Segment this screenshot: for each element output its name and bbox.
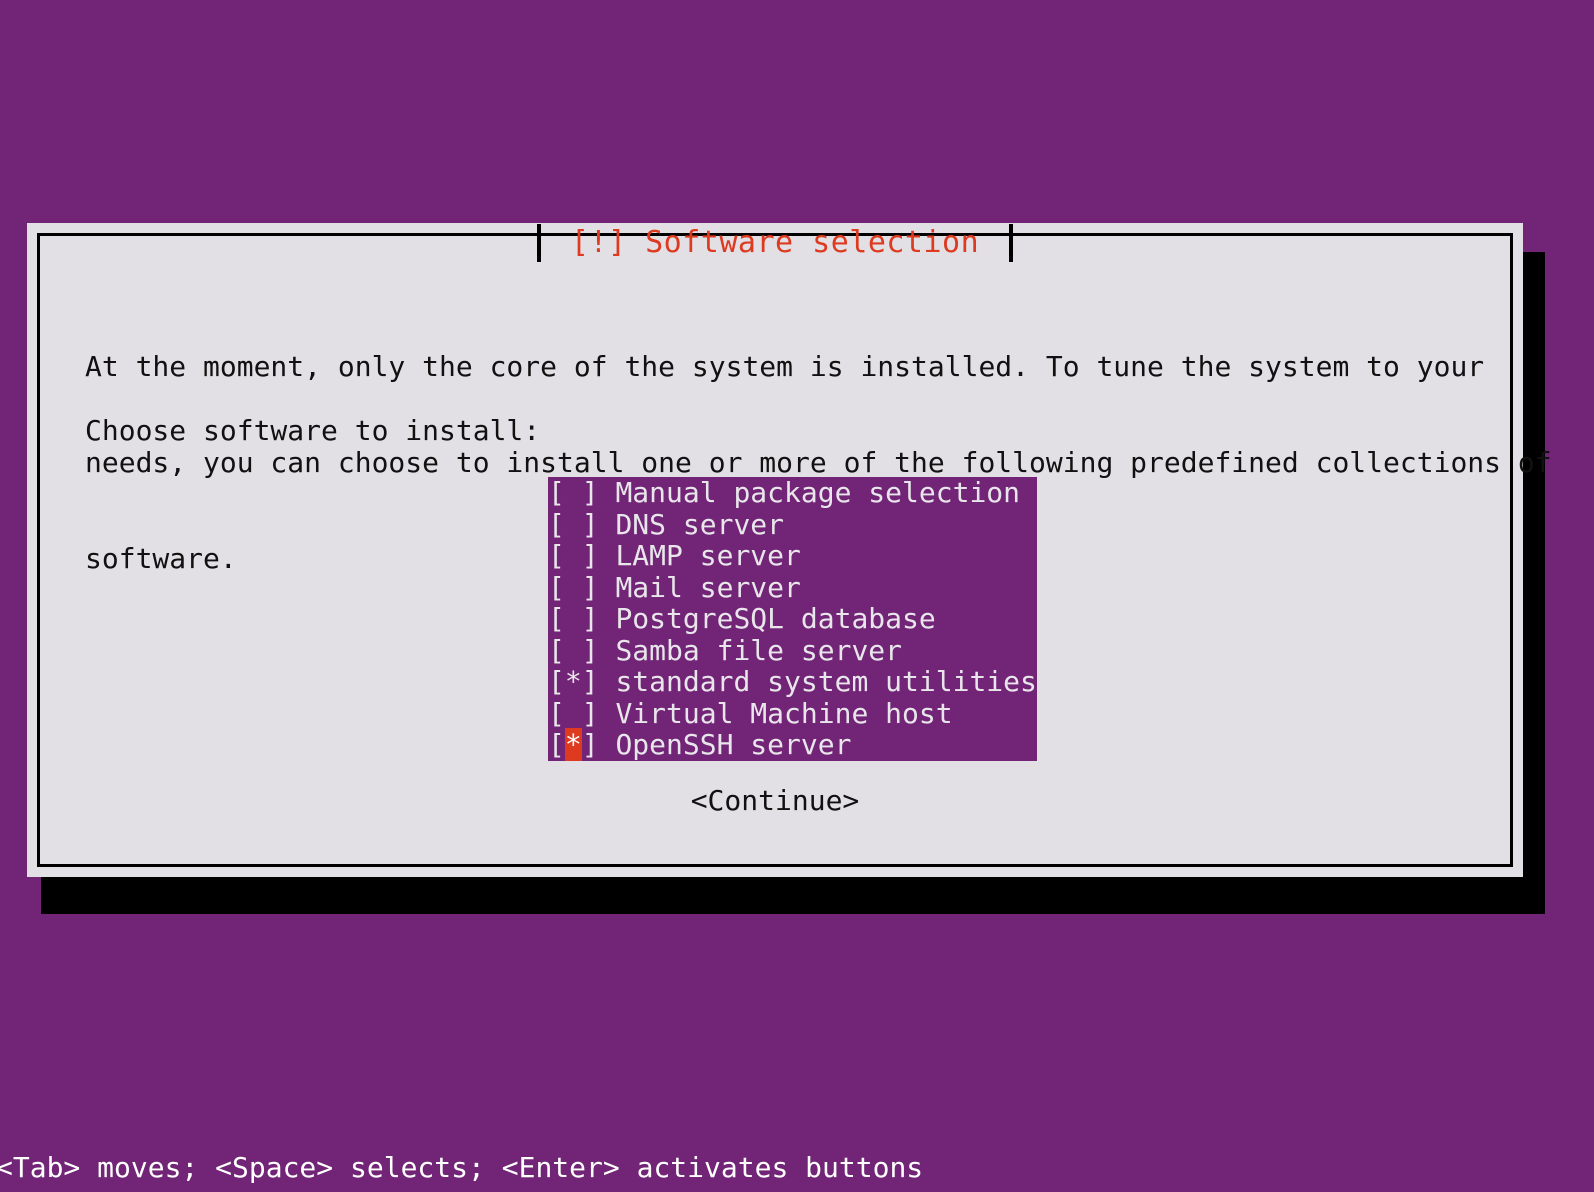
software-checklist[interactable]: [ ] Manual package selection[ ] DNS serv…	[548, 477, 1037, 761]
software-list-item[interactable]: [ ] Manual package selection	[548, 477, 1037, 509]
checkbox-bracket-close: ]	[581, 507, 616, 541]
titlebar-rule-right	[1013, 242, 1513, 245]
software-list-item-label: Virtual Machine host	[615, 696, 953, 730]
software-list-item[interactable]: [ ] LAMP server	[548, 540, 1037, 572]
checkbox-bracket-open: [	[548, 633, 565, 667]
software-list-item[interactable]: [*] OpenSSH server	[548, 728, 1037, 761]
keyboard-hint-bar: <Tab> moves; <Space> selects; <Enter> ac…	[0, 1151, 924, 1184]
checkbox-unchecked-icon[interactable]	[565, 697, 582, 730]
software-list-item[interactable]: [*] standard system utilities	[548, 666, 1037, 698]
checkbox-bracket-close: ]	[581, 476, 616, 509]
software-list-item-label: OpenSSH server	[615, 728, 852, 761]
checkbox-bracket-open: [	[548, 476, 565, 509]
software-list-item-label: PostgreSQL database	[615, 602, 936, 635]
terminal-screen: [!] Software selection At the moment, on…	[0, 0, 1594, 1192]
checkbox-unchecked-icon[interactable]	[565, 476, 582, 509]
checkbox-unchecked-icon[interactable]	[565, 508, 582, 541]
software-list-item[interactable]: [ ] Virtual Machine host	[548, 696, 1037, 730]
checkbox-bracket-open: [	[548, 602, 565, 635]
dialog-titlebar: [!] Software selection	[37, 223, 1513, 263]
choose-software-prompt: Choose software to install:	[85, 414, 541, 447]
checkbox-bracket-close: ]	[581, 570, 616, 604]
checkbox-bracket-close: ]	[581, 602, 616, 635]
continue-button[interactable]: <Continue>	[27, 785, 1523, 817]
checkbox-bracket-open: [	[548, 665, 565, 698]
software-list-item[interactable]: [ ] Mail server	[548, 570, 1037, 604]
software-list-item-label: Mail server	[615, 570, 801, 604]
checkbox-bracket-close: ]	[581, 539, 616, 572]
software-list-item-label: Samba file server	[615, 633, 903, 667]
software-list-item-label: Manual package selection	[615, 476, 1021, 509]
checkbox-bracket-open: [	[548, 570, 565, 604]
description-line-1: At the moment, only the core of the syst…	[85, 350, 1485, 383]
checkbox-unchecked-icon[interactable]	[565, 634, 582, 667]
checkbox-checked-icon[interactable]: *	[565, 665, 582, 698]
checkbox-bracket-open: [	[548, 696, 565, 730]
software-list-item-label: LAMP server	[615, 539, 801, 572]
software-list-item[interactable]: [ ] Samba file server	[548, 633, 1037, 667]
software-list-item[interactable]: [ ] DNS server	[548, 507, 1037, 541]
dialog-title: [!] Software selection	[570, 225, 980, 260]
checkbox-bracket-close: ]	[581, 665, 616, 698]
software-selection-dialog: [!] Software selection At the moment, on…	[27, 223, 1552, 877]
software-list-item-label: standard system utilities	[615, 665, 1037, 698]
titlebar-tick-left	[536, 224, 541, 262]
description-line-2: needs, you can choose to install one or …	[85, 446, 1552, 479]
checkbox-bracket-open: [	[548, 507, 565, 541]
titlebar-rule-left	[37, 242, 537, 245]
checkbox-unchecked-icon[interactable]	[565, 539, 582, 572]
checkbox-unchecked-icon[interactable]	[565, 602, 582, 635]
titlebar-tick-right	[1009, 224, 1014, 262]
checkbox-checked-icon[interactable]: *	[564, 728, 582, 761]
checkbox-bracket-open: [	[548, 728, 565, 761]
checkbox-bracket-open: [	[548, 539, 565, 572]
checkbox-bracket-close: ]	[581, 728, 616, 761]
software-list-item-label: DNS server	[615, 507, 785, 541]
checkbox-bracket-close: ]	[581, 633, 616, 667]
software-list-item[interactable]: [ ] PostgreSQL database	[548, 603, 1037, 635]
checkbox-bracket-close: ]	[581, 696, 616, 730]
checkbox-unchecked-icon[interactable]	[565, 571, 582, 604]
